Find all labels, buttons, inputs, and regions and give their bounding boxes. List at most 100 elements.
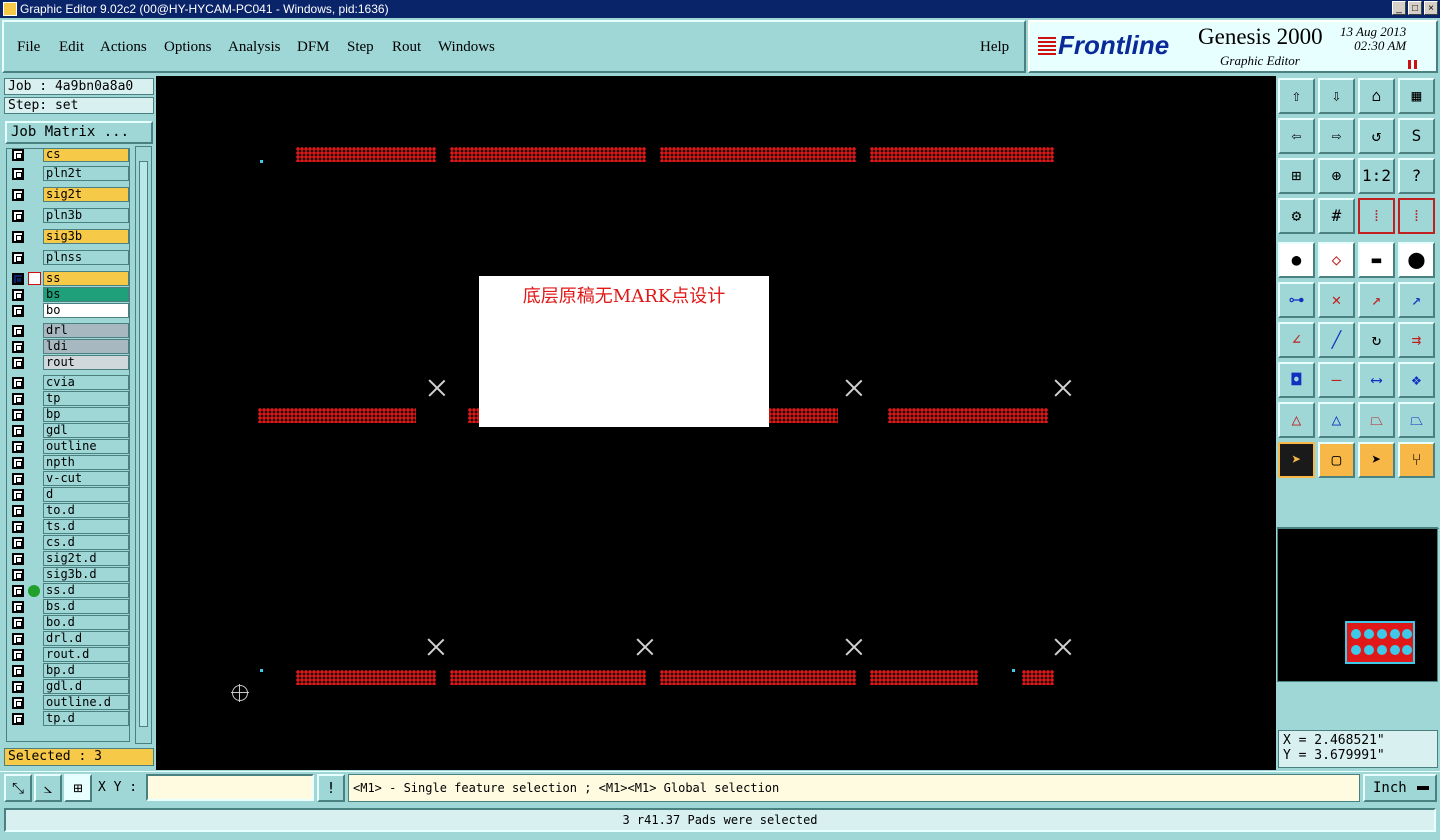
save-icon[interactable]: ⇩ bbox=[1318, 78, 1355, 114]
layer-row-cs-d[interactable]: cs.d bbox=[7, 535, 129, 550]
home-icon[interactable]: ⌂ bbox=[1358, 78, 1395, 114]
layer-checkbox[interactable] bbox=[12, 681, 24, 693]
layer-checkbox[interactable] bbox=[12, 393, 24, 405]
zoom-forward-icon[interactable]: ⇨ bbox=[1318, 118, 1355, 154]
layer-checkbox[interactable] bbox=[12, 231, 24, 243]
layer-scrollbar[interactable] bbox=[135, 146, 152, 744]
grid-snap-icon[interactable]: ⊞ bbox=[64, 774, 92, 802]
pad-row[interactable] bbox=[450, 147, 646, 162]
pad-row[interactable] bbox=[660, 147, 856, 162]
ruler-icon[interactable]: ▬ bbox=[1358, 242, 1395, 278]
layer-checkbox[interactable] bbox=[12, 489, 24, 501]
layer-row-gdl-d[interactable]: gdl.d bbox=[7, 679, 129, 694]
layer-checkbox[interactable] bbox=[12, 149, 24, 161]
grid-icon[interactable]: # bbox=[1318, 198, 1355, 234]
window-icon[interactable]: ▦ bbox=[1398, 78, 1435, 114]
layer-checkbox[interactable] bbox=[12, 585, 24, 597]
pad-row[interactable] bbox=[870, 670, 978, 685]
measure-icon[interactable]: ⟷ bbox=[1358, 362, 1395, 398]
zoom-center-icon[interactable]: ⊕ bbox=[1318, 158, 1355, 194]
pad-row[interactable] bbox=[296, 670, 436, 685]
layer-row-sig3b[interactable]: sig3b bbox=[7, 229, 129, 244]
minimize-button[interactable]: _ bbox=[1392, 1, 1406, 15]
move-point-alt-icon[interactable]: ↗ bbox=[1398, 282, 1435, 318]
layer-row-ss[interactable]: ss bbox=[7, 271, 129, 286]
layer-checkbox[interactable] bbox=[12, 289, 24, 301]
connect-icon[interactable]: ⊶ bbox=[1278, 282, 1315, 318]
layer-checkbox[interactable] bbox=[12, 441, 24, 453]
layer-checkbox[interactable] bbox=[12, 713, 24, 725]
layer-checkbox[interactable] bbox=[12, 473, 24, 485]
open-job-icon[interactable]: ⇧ bbox=[1278, 78, 1315, 114]
add-surface-icon[interactable]: ⬤ bbox=[1398, 242, 1435, 278]
layer-row-sig2t-d[interactable]: sig2t.d bbox=[7, 551, 129, 566]
pad-row[interactable] bbox=[768, 408, 838, 423]
restore-button[interactable]: □ bbox=[1408, 1, 1422, 15]
xy-input[interactable] bbox=[146, 774, 314, 801]
menu-rout[interactable]: Rout bbox=[392, 39, 421, 56]
zoom-back-icon[interactable]: ⇦ bbox=[1278, 118, 1315, 154]
layer-row-cs[interactable]: cs bbox=[7, 149, 129, 162]
menu-options[interactable]: Options bbox=[164, 39, 212, 56]
layer-row-npth[interactable]: npth bbox=[7, 455, 129, 470]
layer-checkbox[interactable] bbox=[12, 457, 24, 469]
layer-row-gdl[interactable]: gdl bbox=[7, 423, 129, 438]
layer-row-rout-d[interactable]: rout.d bbox=[7, 647, 129, 662]
redraw-icon[interactable]: S bbox=[1398, 118, 1435, 154]
menu-file[interactable]: File bbox=[17, 39, 40, 56]
layer-checkbox[interactable] bbox=[12, 357, 24, 369]
layer-row-pln2t[interactable]: pln2t bbox=[7, 166, 129, 181]
layer-row-bo[interactable]: bo bbox=[7, 303, 129, 318]
layer-row-outline[interactable]: outline bbox=[7, 439, 129, 454]
pad-row[interactable] bbox=[660, 670, 856, 685]
layer-row-tp[interactable]: tp bbox=[7, 391, 129, 406]
menu-dfm[interactable]: DFM bbox=[297, 39, 330, 56]
layer-checkbox[interactable] bbox=[12, 252, 24, 264]
layer-row-pln3b[interactable]: pln3b bbox=[7, 208, 129, 223]
layer-row-sig3b-d[interactable]: sig3b.d bbox=[7, 567, 129, 582]
layer-checkbox[interactable] bbox=[12, 521, 24, 533]
layer-checkbox[interactable] bbox=[12, 617, 24, 629]
snap-pad-icon[interactable]: ⁞ bbox=[1398, 198, 1435, 234]
layer-row-bp[interactable]: bp bbox=[7, 407, 129, 422]
menu-step[interactable]: Step bbox=[347, 39, 374, 56]
add-pad-icon[interactable]: ● bbox=[1278, 242, 1315, 278]
snap-icon[interactable]: ⁞ bbox=[1358, 198, 1395, 234]
layer-checkbox[interactable] bbox=[12, 505, 24, 517]
menu-windows[interactable]: Windows bbox=[438, 39, 495, 56]
pad-row[interactable] bbox=[870, 147, 1054, 162]
layer-checkbox[interactable] bbox=[12, 553, 24, 565]
move-point-icon[interactable]: ↗ bbox=[1358, 282, 1395, 318]
layer-row-v-cut[interactable]: v-cut bbox=[7, 471, 129, 486]
layer-row-outline-d[interactable]: outline.d bbox=[7, 695, 129, 710]
scrollbar-thumb[interactable] bbox=[139, 161, 148, 727]
angle-icon[interactable]: ∠ bbox=[1278, 322, 1315, 358]
arc-icon[interactable]: ↻ bbox=[1358, 322, 1395, 358]
select-connected-icon[interactable]: ⑂ bbox=[1398, 442, 1435, 478]
settings-icon[interactable]: ⚙ bbox=[1278, 198, 1315, 234]
pause-icon[interactable] bbox=[1408, 60, 1417, 69]
job-matrix-button[interactable]: Job Matrix ... bbox=[5, 121, 153, 144]
layer-checkbox[interactable] bbox=[12, 633, 24, 645]
layer-row-bo-d[interactable]: bo.d bbox=[7, 615, 129, 630]
unit-selector[interactable]: Inch bbox=[1363, 774, 1437, 802]
pad-row[interactable] bbox=[450, 670, 646, 685]
layer-checkbox[interactable] bbox=[12, 377, 24, 389]
close-button[interactable]: × bbox=[1424, 1, 1438, 15]
menu-edit[interactable]: Edit bbox=[59, 39, 84, 56]
line-cut-icon[interactable]: — bbox=[1318, 362, 1355, 398]
triangle-icon[interactable]: △ bbox=[1278, 402, 1315, 438]
scale-icon[interactable]: 1:2 bbox=[1358, 158, 1395, 194]
layer-row-bs[interactable]: bs bbox=[7, 287, 129, 302]
menu-help[interactable]: Help bbox=[980, 39, 1009, 56]
trapezoid-icon[interactable]: ⏢ bbox=[1358, 402, 1395, 438]
layer-checkbox[interactable] bbox=[12, 601, 24, 613]
layer-checkbox[interactable] bbox=[12, 569, 24, 581]
graphic-canvas[interactable]: 底层原稿无MARK点设计 bbox=[156, 76, 1276, 770]
layer-checkbox[interactable] bbox=[12, 210, 24, 222]
layer-row-bs-d[interactable]: bs.d bbox=[7, 599, 129, 614]
layer-checkbox[interactable] bbox=[12, 273, 24, 285]
pad-row[interactable] bbox=[1022, 670, 1054, 685]
layer-row-ldi[interactable]: ldi bbox=[7, 339, 129, 354]
layer-row-tp-d[interactable]: tp.d bbox=[7, 711, 129, 726]
